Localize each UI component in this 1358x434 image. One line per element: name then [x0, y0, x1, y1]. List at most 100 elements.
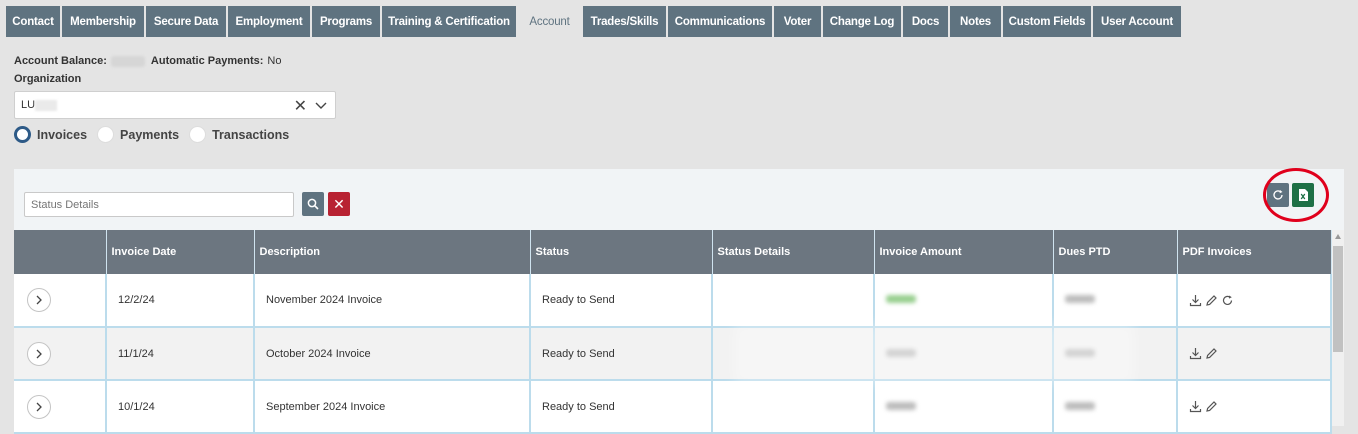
expand-row-button[interactable]: [27, 394, 51, 419]
tab-bar: Contact Membership Secure Data Employmen…: [6, 6, 1183, 37]
radio-invoices[interactable]: Invoices: [14, 126, 87, 143]
table-row: 10/1/24 September 2024 Invoice Ready to …: [14, 380, 1332, 434]
pdf-invoices-cell: [1177, 380, 1332, 434]
tab-communications[interactable]: Communications: [668, 6, 772, 37]
dues-ptd-cell: [1053, 274, 1178, 328]
tab-contact[interactable]: Contact: [6, 6, 60, 37]
clear-selection-icon[interactable]: ✕: [294, 96, 307, 116]
pdf-actions: [1189, 400, 1319, 413]
dues-ptd-redacted: [1065, 348, 1095, 357]
tab-training-certification[interactable]: Training & Certification: [382, 6, 516, 37]
radio-transactions-label: Transactions: [212, 127, 290, 142]
column-header-invoice-amount[interactable]: Invoice Amount: [874, 230, 1054, 274]
tab-account[interactable]: Account: [518, 6, 581, 37]
table-row: 11/1/24 October 2024 Invoice Ready to Se…: [14, 327, 1332, 381]
pdf-actions: [1189, 347, 1319, 360]
expand-row-button[interactable]: [27, 341, 51, 366]
invoice-amount-redacted: [886, 401, 916, 410]
download-icon[interactable]: [1189, 400, 1202, 413]
scrollbar-thumb[interactable]: [1333, 246, 1343, 352]
description-cell: November 2024 Invoice: [254, 274, 531, 328]
radio-payments[interactable]: Payments: [97, 126, 179, 143]
edit-icon[interactable]: [1205, 347, 1218, 360]
tab-docs[interactable]: Docs: [903, 6, 948, 37]
dues-ptd-redacted: [1065, 295, 1095, 303]
column-header-pdf-invoices[interactable]: PDF Invoices: [1177, 230, 1332, 274]
chevron-right-icon: [36, 295, 42, 305]
tab-custom-fields[interactable]: Custom Fields: [1003, 6, 1091, 37]
radio-button[interactable]: [97, 126, 115, 143]
chevron-right-icon: [36, 349, 42, 358]
search-button[interactable]: [302, 192, 324, 216]
download-icon[interactable]: [1189, 347, 1202, 360]
radio-payments-label: Payments: [120, 127, 180, 142]
highlight-annotation-circle: [1263, 168, 1329, 222]
invoice-date-cell: 11/1/24: [106, 327, 255, 381]
regenerate-icon[interactable]: [1221, 294, 1234, 307]
description-cell: October 2024 Invoice: [254, 327, 531, 381]
account-balance-label: Account Balance:: [14, 55, 107, 67]
status-details-search-input[interactable]: [24, 192, 294, 217]
table-header-row: Invoice Date Description Status Status D…: [14, 230, 1332, 274]
automatic-payments-label: Automatic Payments:: [150, 55, 264, 67]
dues-ptd-cell: [1053, 380, 1178, 434]
expand-cell: [14, 380, 107, 434]
invoice-amount-redacted: [886, 348, 916, 357]
tab-notes[interactable]: Notes: [950, 6, 1001, 37]
edit-icon[interactable]: [1205, 294, 1218, 307]
invoice-date-cell: 12/2/24: [106, 274, 255, 328]
tab-change-log[interactable]: Change Log: [823, 6, 901, 37]
organization-label: Organization: [14, 73, 82, 85]
column-header-dues-ptd[interactable]: Dues PTD: [1053, 230, 1178, 274]
vertical-scrollbar[interactable]: [1332, 230, 1344, 426]
tab-trades-skills[interactable]: Trades/Skills: [583, 6, 666, 37]
column-header-description[interactable]: Description: [254, 230, 531, 274]
radio-transactions[interactable]: Transactions: [189, 126, 289, 143]
invoice-date-cell: 10/1/24: [106, 380, 255, 434]
scroll-up-arrow-icon[interactable]: [1335, 234, 1341, 239]
invoices-table: Invoice Date Description Status Status D…: [14, 230, 1332, 434]
account-balance-value-redacted: [110, 55, 145, 67]
status-cell: Ready to Send: [530, 380, 713, 434]
radio-button-selected[interactable]: [14, 126, 31, 143]
column-header-status-details[interactable]: Status Details: [712, 230, 875, 274]
radio-button[interactable]: [189, 126, 207, 143]
invoices-panel: ✕ Invoice Date Description Status Status…: [14, 168, 1344, 434]
dues-ptd-cell: [1053, 327, 1178, 381]
table-row: 12/2/24 November 2024 Invoice Ready to S…: [14, 274, 1332, 328]
column-header-status[interactable]: Status: [530, 230, 713, 274]
tab-voter[interactable]: Voter: [774, 6, 821, 37]
search-icon: [307, 198, 319, 210]
tab-user-account[interactable]: User Account: [1093, 6, 1181, 37]
dues-ptd-redacted: [1065, 401, 1095, 410]
status-details-cell: [712, 380, 875, 434]
expand-cell: [14, 327, 107, 381]
invoice-amount-cell: [874, 380, 1054, 434]
tab-membership[interactable]: Membership: [62, 6, 144, 37]
column-header-expand: [14, 230, 107, 274]
edit-icon[interactable]: [1205, 400, 1218, 413]
status-details-cell: [712, 327, 875, 381]
invoice-amount-redacted: [886, 295, 916, 303]
tab-secure-data[interactable]: Secure Data: [146, 6, 226, 37]
automatic-payments-value: No: [267, 55, 282, 67]
clear-search-button[interactable]: ✕: [328, 192, 350, 216]
view-mode-radio-group: Invoices Payments Transactions: [14, 126, 299, 143]
status-cell: Ready to Send: [530, 274, 713, 328]
column-header-invoice-date[interactable]: Invoice Date: [106, 230, 255, 274]
tab-programs[interactable]: Programs: [312, 6, 380, 37]
pdf-invoices-cell: [1177, 274, 1332, 328]
pdf-invoices-cell: [1177, 327, 1332, 381]
organization-value-redacted: [35, 100, 57, 111]
status-details-cell: [712, 274, 875, 328]
account-summary: Account Balance: Automatic Payments: No: [14, 55, 281, 67]
radio-invoices-label: Invoices: [37, 127, 88, 142]
organization-select[interactable]: LU ✕: [14, 91, 336, 119]
invoice-amount-cell: [874, 274, 1054, 328]
expand-row-button[interactable]: [27, 288, 51, 312]
chevron-down-icon[interactable]: [313, 94, 329, 116]
tab-employment[interactable]: Employment: [228, 6, 310, 37]
download-icon[interactable]: [1189, 294, 1202, 307]
status-cell: Ready to Send: [530, 327, 713, 381]
description-cell: September 2024 Invoice: [254, 380, 531, 434]
